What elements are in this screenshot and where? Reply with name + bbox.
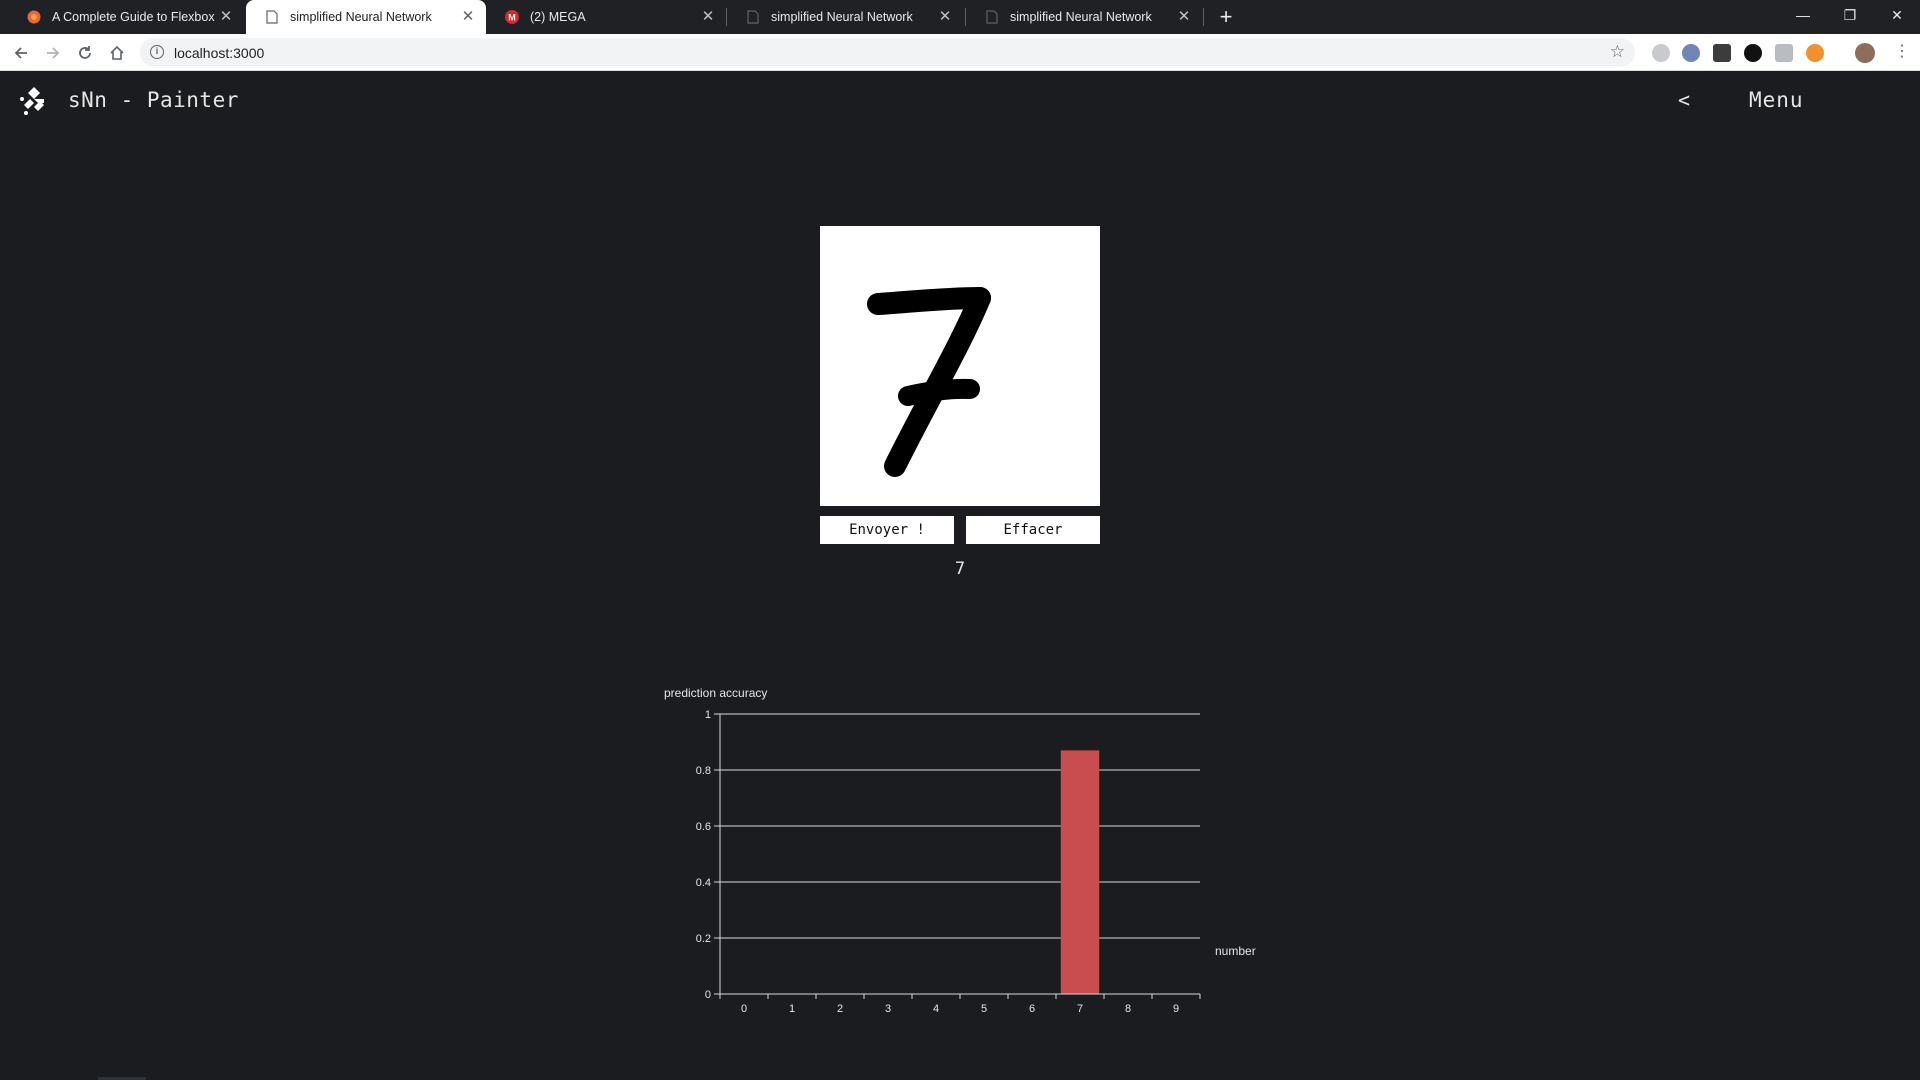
send-button[interactable]: Envoyer ! (820, 516, 954, 544)
y-tick-label: 0.2 (696, 933, 711, 945)
kebab-menu-icon[interactable]: ⋮ (1894, 42, 1910, 62)
mega-icon: M (504, 9, 520, 25)
home-icon[interactable] (104, 40, 130, 66)
reload-icon[interactable] (72, 40, 98, 66)
drawn-digit (867, 287, 991, 477)
tab-simplified-neural-network-2[interactable]: simplified Neural Network ✕ (727, 0, 963, 34)
extension-icon[interactable] (1713, 44, 1731, 62)
page-icon (984, 9, 1000, 25)
browser-toolbar: i localhost:3000 ☆ ⋮ (0, 34, 1920, 71)
bookmark-star-icon[interactable]: ☆ (1610, 42, 1625, 62)
x-tick-label: 4 (933, 1003, 939, 1015)
prediction-result: 7 (954, 559, 966, 579)
clear-button[interactable]: Effacer (966, 516, 1100, 544)
back-icon[interactable] (8, 40, 34, 66)
chart-grid (720, 713, 1200, 995)
minimize-button[interactable]: — (1780, 0, 1826, 30)
x-tick-label: 7 (1077, 1003, 1083, 1015)
x-axis-label: number (1215, 944, 1256, 958)
chart-bars (1060, 750, 1100, 994)
css-tricks-icon (26, 9, 42, 25)
close-tab-icon[interactable]: ✕ (460, 9, 476, 25)
tab-mega[interactable]: M (2) MEGA ✕ (486, 0, 726, 34)
close-tab-icon[interactable]: ✕ (937, 9, 953, 25)
snn-logo-icon (20, 87, 44, 115)
x-tick-label: 8 (1125, 1003, 1131, 1015)
menu-toggle-button[interactable]: < (1678, 88, 1690, 112)
extension-icon[interactable] (1744, 44, 1762, 62)
x-tick-label: 6 (1029, 1003, 1035, 1015)
menu-button[interactable]: Menu (1749, 88, 1804, 112)
site-info-icon[interactable]: i (150, 45, 164, 59)
y-tick-label: 0 (705, 989, 711, 1001)
extension-icon[interactable] (1775, 44, 1793, 62)
extension-icon[interactable] (1682, 44, 1700, 62)
forward-icon[interactable] (40, 40, 66, 66)
restore-button[interactable]: ❐ (1827, 0, 1873, 30)
drawing-canvas[interactable] (820, 226, 1100, 506)
url-text[interactable]: localhost:3000 (174, 45, 264, 61)
close-tab-icon[interactable]: ✕ (218, 9, 234, 25)
prediction-chart: prediction accuracy number 0 0.2 0.4 0.6 0.8… (664, 686, 1256, 1015)
x-tick-label: 0 (741, 1003, 747, 1015)
x-tick-label: 9 (1173, 1003, 1179, 1015)
app-header: sNn - Painter < Menu (0, 71, 1920, 131)
y-tick-label: 0.6 (696, 821, 711, 833)
tab-separator (1203, 8, 1204, 26)
x-tick-label: 5 (981, 1003, 987, 1015)
tab-flexbox-guide[interactable]: A Complete Guide to Flexbox | C ✕ (8, 0, 244, 34)
address-bar[interactable]: i localhost:3000 ☆ (140, 38, 1635, 67)
browser-tab-strip: A Complete Guide to Flexbox | C ✕ simpli… (0, 0, 1920, 34)
y-axis-label: prediction accuracy (664, 686, 767, 700)
avatar[interactable] (1855, 43, 1875, 63)
x-tick-label: 3 (885, 1003, 891, 1015)
x-tick-label: 1 (789, 1003, 795, 1015)
page-content: sNn - Painter < Menu Envoyer ! Effacer 7… (0, 71, 1920, 1080)
close-window-button[interactable]: ✕ (1874, 0, 1920, 30)
app-title: sNn - Painter (68, 88, 239, 112)
page-icon (264, 9, 280, 25)
close-tab-icon[interactable]: ✕ (1176, 9, 1192, 25)
bar-7 (1060, 750, 1100, 994)
svg-text:M: M (508, 13, 516, 23)
tab-simplified-neural-network[interactable]: simplified Neural Network ✕ (246, 0, 486, 34)
x-tick-label: 2 (837, 1003, 843, 1015)
tab-simplified-neural-network-3[interactable]: simplified Neural Network ✕ (966, 0, 1202, 34)
close-tab-icon[interactable]: ✕ (700, 9, 716, 25)
extension-icon[interactable] (1652, 44, 1670, 62)
y-tick-label: 1 (705, 709, 711, 721)
y-tick-label: 0.8 (696, 765, 711, 777)
extension-icon[interactable] (1806, 44, 1824, 62)
page-icon (745, 9, 761, 25)
chart-axes: 0 0.2 0.4 0.6 0.8 1 0 1 2 3 4 5 6 7 8 9 (696, 709, 1201, 1015)
y-tick-label: 0.4 (696, 877, 711, 889)
new-tab-button[interactable]: + (1213, 4, 1239, 30)
